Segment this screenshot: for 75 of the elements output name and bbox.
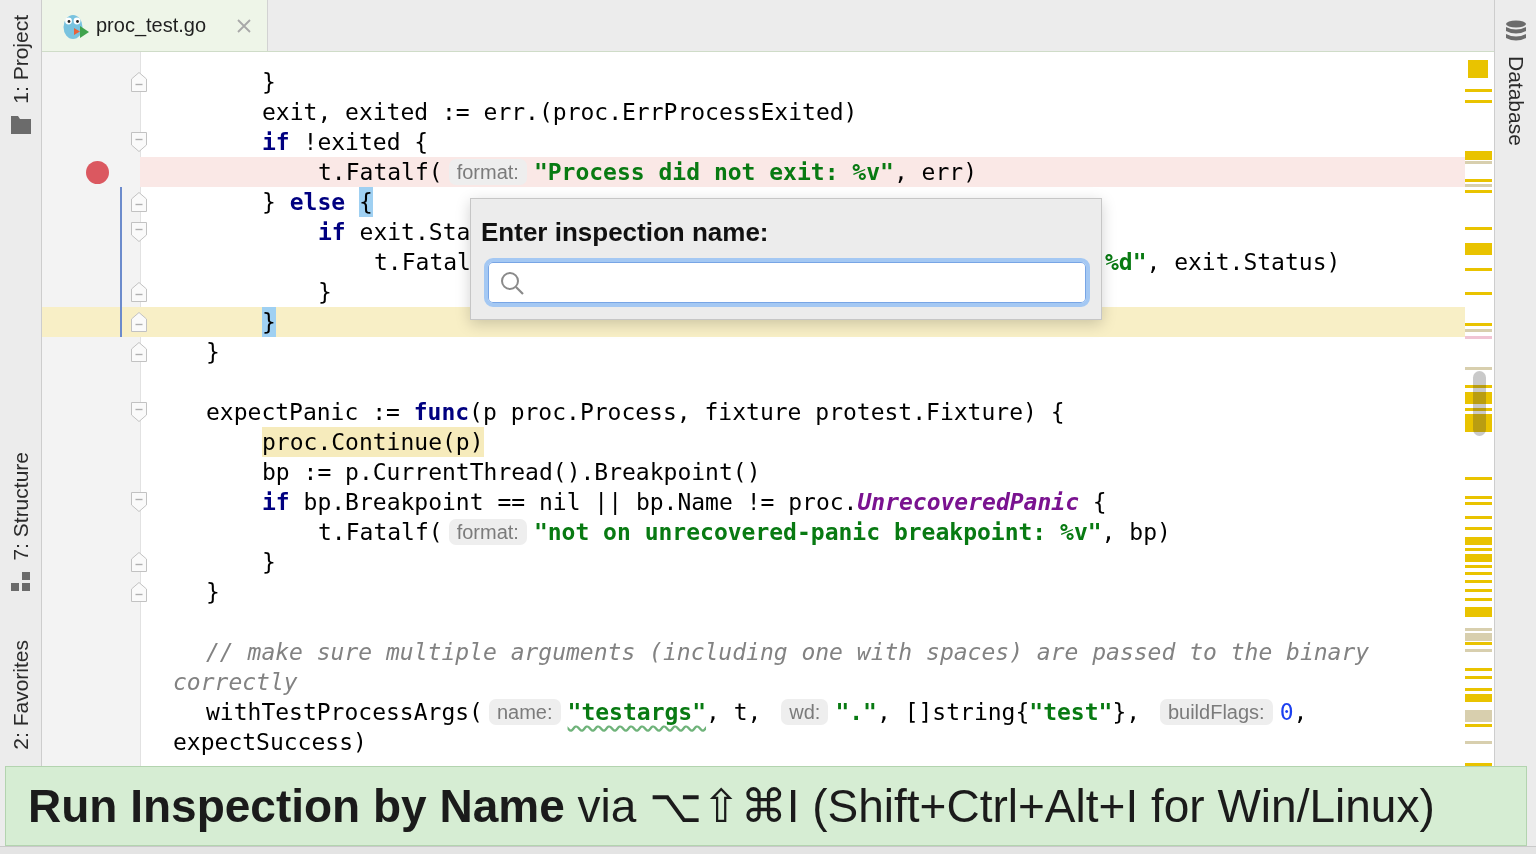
- string-literal: %d": [1104, 248, 1147, 277]
- code-text: {: [1091, 488, 1107, 517]
- code-text: , exit.Status): [1146, 248, 1341, 277]
- parameter-hint: format:: [448, 159, 527, 185]
- tip-text: Run Inspection by Name via ⌥⇧⌘I (Shift+Ctrl+Alt+I for Win/Linux): [28, 779, 1435, 833]
- tool-window-button[interactable]: 7: Structure: [0, 445, 41, 599]
- code-text: (p proc.Process, fixture protest.Fixture) {: [469, 398, 1065, 427]
- scrollbar-thumb[interactable]: [1473, 371, 1486, 436]
- search-field[interactable]: [484, 258, 1090, 307]
- fold-marker-icon[interactable]: [131, 582, 147, 602]
- code-text: t.Fatalf(: [318, 518, 443, 547]
- code-text: expectPanic :=: [206, 398, 401, 427]
- parameter-hint: name:: [488, 699, 561, 725]
- code-text: }: [262, 548, 276, 577]
- code-text: !exited {: [302, 128, 429, 157]
- code-text: }: [206, 338, 220, 367]
- keyword: if: [318, 218, 346, 247]
- code-text: t.Fatal: [374, 248, 471, 277]
- close-icon[interactable]: [237, 18, 251, 33]
- code-text: }: [262, 68, 276, 97]
- code-text: , t,: [706, 698, 763, 727]
- editor-tab[interactable]: proc_test.go: [42, 0, 268, 51]
- folder-icon: [10, 115, 31, 134]
- misspelled-string: "testargs": [567, 698, 707, 727]
- fold-marker-icon[interactable]: [131, 132, 147, 152]
- tool-window-button[interactable]: Database: [1495, 14, 1536, 152]
- fold-marker-icon[interactable]: [131, 342, 147, 362]
- code-text: , bp): [1101, 518, 1171, 547]
- string-literal: "test": [1029, 698, 1113, 727]
- fold-marker-icon[interactable]: [131, 402, 147, 422]
- fold-marker-icon[interactable]: [131, 552, 147, 572]
- highlighted-usage: proc.Continue(p): [262, 427, 484, 457]
- string-literal: ".": [835, 698, 877, 727]
- matched-brace: }: [262, 307, 276, 337]
- code-text: },: [1112, 698, 1142, 727]
- code-text: ,: [1293, 698, 1308, 727]
- code-text: bp.Breakpoint == nil || bp.Name != proc.: [302, 488, 858, 517]
- number-literal: 0: [1279, 698, 1294, 727]
- keyword: func: [413, 398, 470, 427]
- fold-marker-icon[interactable]: [131, 312, 147, 332]
- breakpoint-icon[interactable]: [86, 161, 109, 184]
- code-text: t.Fatalf(: [318, 158, 443, 187]
- parameter-hint: wd:: [781, 699, 829, 725]
- string-literal: "not on unrecovered-panic breakpoint: %v": [533, 518, 1102, 547]
- code-text: exit, exited := err.(proc.ErrProcessExited): [262, 98, 858, 127]
- code-text: expectSuccess): [173, 728, 367, 757]
- parameter-hint: buildFlags:: [1159, 699, 1273, 725]
- parameter-hint: format:: [448, 519, 527, 545]
- fold-marker-icon[interactable]: [131, 222, 147, 242]
- code-text: }: [318, 278, 332, 307]
- keyword: if: [262, 128, 290, 157]
- code-text: }: [206, 578, 220, 607]
- string-literal: "Process did not exit: %v": [533, 158, 894, 187]
- search-icon: [500, 270, 524, 295]
- code-text: }: [262, 188, 277, 217]
- matched-brace: {: [358, 187, 373, 217]
- fold-marker-icon[interactable]: [131, 282, 147, 302]
- fold-marker-icon[interactable]: [131, 192, 147, 212]
- code-text: exit.Sta: [358, 218, 471, 247]
- blocks-icon: [10, 572, 31, 593]
- code-text: , err): [893, 158, 977, 187]
- code-comment: correctly: [173, 668, 298, 697]
- type-name: UnrecoveredPanic: [857, 488, 1079, 517]
- code-text: , []string{: [876, 698, 1030, 727]
- code-comment: // make sure multiple arguments (including one with spaces) are passed to the binary: [206, 638, 1370, 667]
- warning-status-icon[interactable]: [1468, 60, 1488, 78]
- keyword: if: [262, 488, 290, 517]
- fold-marker-icon[interactable]: [131, 492, 147, 512]
- tool-window-button[interactable]: 1: Project: [0, 9, 41, 140]
- tool-window-button[interactable]: 2: Favorites: [0, 634, 41, 756]
- keyword: else: [289, 188, 347, 217]
- code-text: bp := p.CurrentThread().Breakpoint(): [262, 458, 761, 487]
- fold-marker-icon[interactable]: [131, 72, 147, 92]
- popup-title: Enter inspection name:: [481, 217, 769, 248]
- code-text: withTestProcessArgs(: [206, 698, 483, 727]
